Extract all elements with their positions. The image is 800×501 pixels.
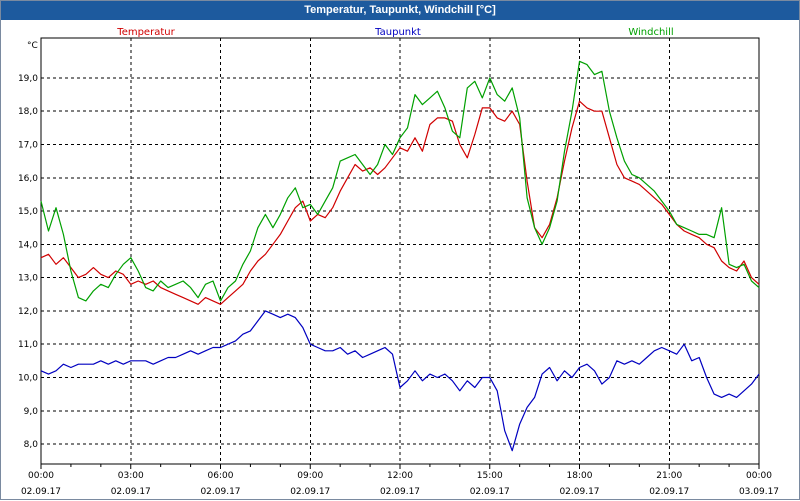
y-tick-label: 17,0 <box>18 141 38 151</box>
y-tick-label: 11,0 <box>18 340 38 350</box>
y-tick-label: 16,0 <box>18 174 38 184</box>
y-tick-label: 19,0 <box>18 74 38 84</box>
y-tick-label: 9,0 <box>24 407 39 417</box>
x-tick-time: 03:00 <box>118 471 144 481</box>
x-tick-date: 02.09.17 <box>21 487 61 497</box>
y-tick-label: 8,0 <box>24 440 39 450</box>
x-tick-date: 02.09.17 <box>111 487 151 497</box>
chart-window: Temperatur, Taupunkt, Windchill [°C] 8,0… <box>0 0 800 500</box>
x-tick-time: 00:00 <box>28 471 54 481</box>
legend-label-taupunkt: Taupunkt <box>374 27 421 38</box>
chart-canvas: 8,0 9,0 10,0 11,0 12,0 13,0 14,0 15,0 16,0 17,0 18… <box>18 27 779 497</box>
x-tick-date: 02.09.17 <box>200 487 240 497</box>
x-tick-time: 09:00 <box>297 471 323 481</box>
x-tick-time: 15:00 <box>477 471 503 481</box>
x-tick-date: 02.09.17 <box>470 487 510 497</box>
legend-label-temperatur: Temperatur <box>116 27 175 38</box>
x-tick-time: 12:00 <box>387 471 413 481</box>
x-tick-date: 02.09.17 <box>649 487 689 497</box>
y-axis-unit: °C <box>27 41 38 51</box>
x-tick-time: 18:00 <box>567 471 593 481</box>
y-tick-label: 13,0 <box>18 274 38 284</box>
y-tick-label: 12,0 <box>18 307 38 317</box>
x-tick-date: 02.09.17 <box>290 487 330 497</box>
legend-label-windchill: Windchill <box>628 27 673 38</box>
x-tick-time: 00:00 <box>746 471 772 481</box>
y-tick-label: 10,0 <box>18 373 38 383</box>
x-tick-date: 02.09.17 <box>559 487 599 497</box>
y-tick-label: 18,0 <box>18 107 38 117</box>
x-tick-date: 02.09.17 <box>380 487 420 497</box>
y-tick-label: 14,0 <box>18 240 38 250</box>
x-tick-time: 21:00 <box>656 471 682 481</box>
y-tick-label: 15,0 <box>18 207 38 217</box>
x-tick-time: 06:00 <box>208 471 234 481</box>
x-tick-date: 03.09.17 <box>739 487 779 497</box>
